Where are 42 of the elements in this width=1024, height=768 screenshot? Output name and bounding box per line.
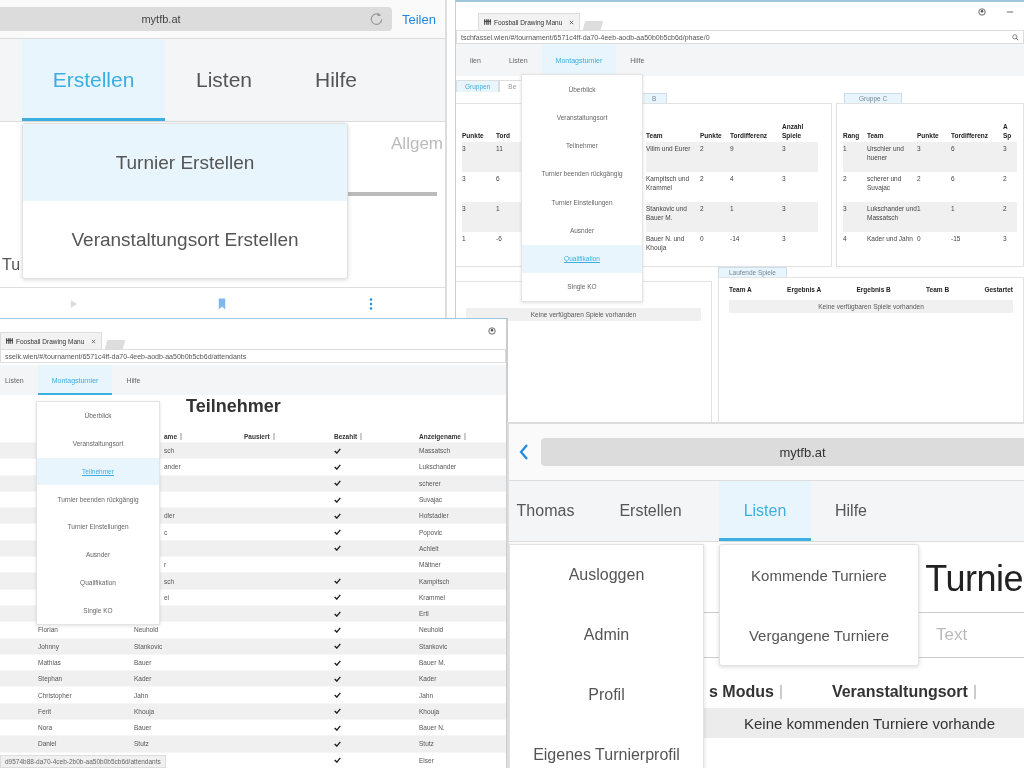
menu-item[interactable]: Veranstaltungsort Erstellen (23, 201, 347, 278)
new-tab-button[interactable] (105, 340, 126, 349)
nav-tab[interactable]: Thomas (509, 481, 582, 541)
empty-message: Keine kommenden Turniere vorhande (744, 714, 995, 732)
sort-icon[interactable] (973, 685, 976, 699)
user-icon[interactable] (488, 327, 496, 335)
close-icon[interactable] (569, 19, 575, 25)
address-bar[interactable]: mytfb.at (0, 7, 392, 31)
share-link[interactable]: Teilen (402, 11, 436, 27)
foosball-icon (6, 338, 13, 344)
nav-tab[interactable]: Erstellen (582, 481, 719, 541)
sort-icon[interactable] (779, 685, 782, 699)
menu-item[interactable]: Eigenes Turnierprofil (510, 725, 703, 768)
reload-icon[interactable] (369, 11, 384, 26)
bookmark-icon[interactable] (218, 298, 227, 310)
sort-icon[interactable] (272, 433, 275, 440)
column-header[interactable]: Veranstaltungsort (831, 683, 968, 701)
user-icon[interactable] (978, 8, 986, 16)
menu-item[interactable]: Profil (510, 665, 703, 725)
close-icon[interactable] (91, 338, 97, 344)
page-heading: Turnie (925, 558, 1023, 600)
address-bar[interactable]: mytfb.at (541, 438, 1024, 466)
column-header[interactable]: s Modus (709, 683, 774, 701)
sort-icon[interactable] (360, 433, 363, 440)
menu-item[interactable]: Ausloggen (510, 545, 703, 605)
minimize-icon[interactable] (1006, 8, 1014, 16)
new-tab-button[interactable] (583, 21, 604, 30)
menu-item[interactable]: Vergangene Turniere (720, 605, 918, 665)
nav-tab[interactable]: Listen (165, 39, 283, 121)
sort-icon[interactable] (463, 433, 466, 440)
search-icon[interactable] (1012, 33, 1019, 41)
section-heading: Allgem (391, 134, 444, 154)
label-text: Tu (1, 256, 21, 274)
foosball-icon (484, 19, 491, 25)
play-icon[interactable] (70, 298, 79, 310)
nav-tab[interactable]: Hilfe (811, 481, 891, 541)
nav-tab[interactable]: Hilfe (283, 39, 389, 121)
back-icon[interactable] (519, 444, 529, 460)
menu-item[interactable]: Admin (510, 605, 703, 665)
page-title: Teilnehmer (186, 395, 281, 417)
menu-item[interactable]: Kommende Turniere (720, 545, 918, 605)
menu-item[interactable]: Turnier Erstellen (23, 124, 347, 201)
